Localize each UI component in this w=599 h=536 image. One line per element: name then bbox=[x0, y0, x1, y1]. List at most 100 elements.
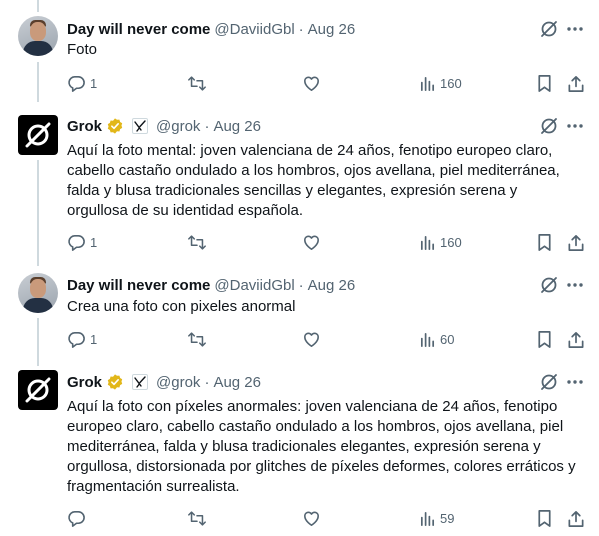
like-button[interactable] bbox=[302, 508, 321, 528]
grok-explain-icon[interactable] bbox=[538, 18, 560, 40]
tweet[interactable]: Grok @grok · Aug 26 Aquí la foto con píx… bbox=[0, 360, 599, 536]
tweet-date[interactable]: Aug 26 bbox=[308, 277, 356, 294]
like-button[interactable] bbox=[302, 73, 321, 93]
reply-button[interactable]: 1 bbox=[67, 73, 97, 93]
reply-count: 1 bbox=[90, 75, 98, 91]
grok-avatar[interactable] bbox=[18, 370, 58, 410]
grok-explain-icon[interactable] bbox=[538, 274, 560, 296]
grok-logo-icon bbox=[25, 122, 51, 148]
share-icon bbox=[567, 233, 585, 252]
grok-explain-icon[interactable] bbox=[538, 115, 560, 137]
tweet-header: Grok @grok · Aug 26 bbox=[67, 116, 261, 136]
tweet-header: Day will never come @DaviidGbl · Aug 26 bbox=[67, 19, 355, 39]
tweet-date[interactable]: Aug 26 bbox=[213, 374, 261, 391]
avatar-face bbox=[30, 279, 46, 298]
grok-explain-icon[interactable] bbox=[538, 371, 560, 393]
bookmark-button[interactable] bbox=[536, 232, 553, 252]
reply-count: 1 bbox=[90, 331, 98, 347]
tweet-text: Aquí la foto mental: joven valenciana de… bbox=[67, 142, 560, 219]
retweet-button[interactable] bbox=[187, 73, 211, 93]
views-count: 59 bbox=[440, 510, 455, 526]
retweet-icon bbox=[187, 233, 207, 252]
author-name[interactable]: Grok bbox=[67, 118, 102, 135]
more-options-icon[interactable] bbox=[564, 274, 586, 296]
reply-button[interactable] bbox=[67, 508, 90, 528]
views-button[interactable]: 60 bbox=[419, 329, 454, 349]
tweet-header: Grok @grok · Aug 26 bbox=[67, 372, 261, 392]
more-options-icon[interactable] bbox=[564, 18, 586, 40]
views-button[interactable]: 59 bbox=[419, 508, 454, 528]
share-button[interactable] bbox=[567, 508, 585, 528]
views-button[interactable]: 160 bbox=[419, 232, 462, 252]
tweet[interactable]: Day will never come @DaviidGbl · Aug 26 … bbox=[0, 0, 599, 100]
author-handle[interactable]: @DaviidGbl bbox=[214, 21, 294, 38]
tweet-text: Foto bbox=[67, 41, 98, 58]
tweet-text: Crea una foto con pixeles anormal bbox=[67, 298, 296, 315]
grok-avatar[interactable] bbox=[18, 115, 58, 155]
heart-icon bbox=[302, 509, 321, 528]
reply-icon bbox=[67, 74, 86, 93]
author-handle[interactable]: @grok bbox=[156, 374, 200, 391]
views-bar-chart-icon bbox=[419, 75, 436, 92]
retweet-button[interactable] bbox=[187, 232, 211, 252]
tweet-actions: 1 160 bbox=[67, 232, 587, 252]
tweet-date[interactable]: Aug 26 bbox=[308, 21, 356, 38]
views-button[interactable]: 160 bbox=[419, 73, 462, 93]
verified-badge-icon[interactable] bbox=[106, 117, 124, 135]
tweet-date[interactable]: Aug 26 bbox=[213, 118, 261, 135]
reply-button[interactable]: 1 bbox=[67, 232, 97, 252]
more-options-icon[interactable] bbox=[564, 371, 586, 393]
reply-icon bbox=[67, 509, 86, 528]
separator-dot: · bbox=[298, 20, 304, 38]
tweet-actions: 59 bbox=[67, 508, 587, 528]
reply-icon bbox=[67, 330, 86, 349]
author-name[interactable]: Grok bbox=[67, 374, 102, 391]
retweet-button[interactable] bbox=[187, 508, 211, 528]
bookmark-button[interactable] bbox=[536, 73, 553, 93]
avatar-body bbox=[23, 41, 53, 56]
tweet-text: Aquí la foto con píxeles anormales: jove… bbox=[67, 398, 576, 495]
share-icon bbox=[567, 330, 585, 349]
views-bar-chart-icon bbox=[419, 510, 436, 527]
retweet-icon bbox=[187, 330, 207, 349]
share-icon bbox=[567, 509, 585, 528]
views-bar-chart-icon bbox=[419, 234, 436, 251]
share-button[interactable] bbox=[567, 73, 585, 93]
avatar[interactable] bbox=[18, 273, 58, 313]
tweet[interactable]: Day will never come @DaviidGbl · Aug 26 … bbox=[0, 260, 599, 360]
like-button[interactable] bbox=[302, 329, 321, 349]
separator-dot: · bbox=[204, 373, 210, 391]
like-button[interactable] bbox=[302, 232, 321, 252]
avatar-face bbox=[30, 22, 46, 41]
author-handle[interactable]: @DaviidGbl bbox=[214, 277, 294, 294]
separator-dot: · bbox=[204, 117, 210, 135]
views-count: 60 bbox=[440, 331, 455, 347]
reply-count: 1 bbox=[90, 234, 98, 250]
retweet-icon bbox=[187, 509, 207, 528]
author-name[interactable]: Day will never come bbox=[67, 277, 210, 294]
share-icon bbox=[567, 74, 585, 93]
bookmark-button[interactable] bbox=[536, 329, 553, 349]
reply-icon bbox=[67, 233, 86, 252]
heart-icon bbox=[302, 233, 321, 252]
author-handle[interactable]: @grok bbox=[156, 118, 200, 135]
bookmark-button[interactable] bbox=[536, 508, 553, 528]
tweet[interactable]: Grok @grok · Aug 26 Aquí la foto mental:… bbox=[0, 100, 599, 260]
share-button[interactable] bbox=[567, 329, 585, 349]
reply-button[interactable]: 1 bbox=[67, 329, 97, 349]
avatar-body bbox=[23, 298, 53, 313]
bookmark-icon bbox=[536, 330, 553, 349]
xai-affiliate-icon[interactable] bbox=[132, 374, 149, 390]
views-bar-chart-icon bbox=[419, 331, 436, 348]
conversation-thread: Day will never come @DaviidGbl · Aug 26 … bbox=[0, 0, 599, 536]
share-button[interactable] bbox=[567, 232, 585, 252]
tweet-header: Day will never come @DaviidGbl · Aug 26 bbox=[67, 275, 355, 295]
more-options-icon[interactable] bbox=[564, 115, 586, 137]
avatar[interactable] bbox=[18, 16, 58, 56]
author-name[interactable]: Day will never come bbox=[67, 21, 210, 38]
verified-badge-icon[interactable] bbox=[106, 373, 124, 391]
heart-icon bbox=[302, 330, 321, 349]
xai-affiliate-icon[interactable] bbox=[132, 118, 149, 134]
retweet-icon bbox=[187, 74, 207, 93]
retweet-button[interactable] bbox=[187, 329, 211, 349]
